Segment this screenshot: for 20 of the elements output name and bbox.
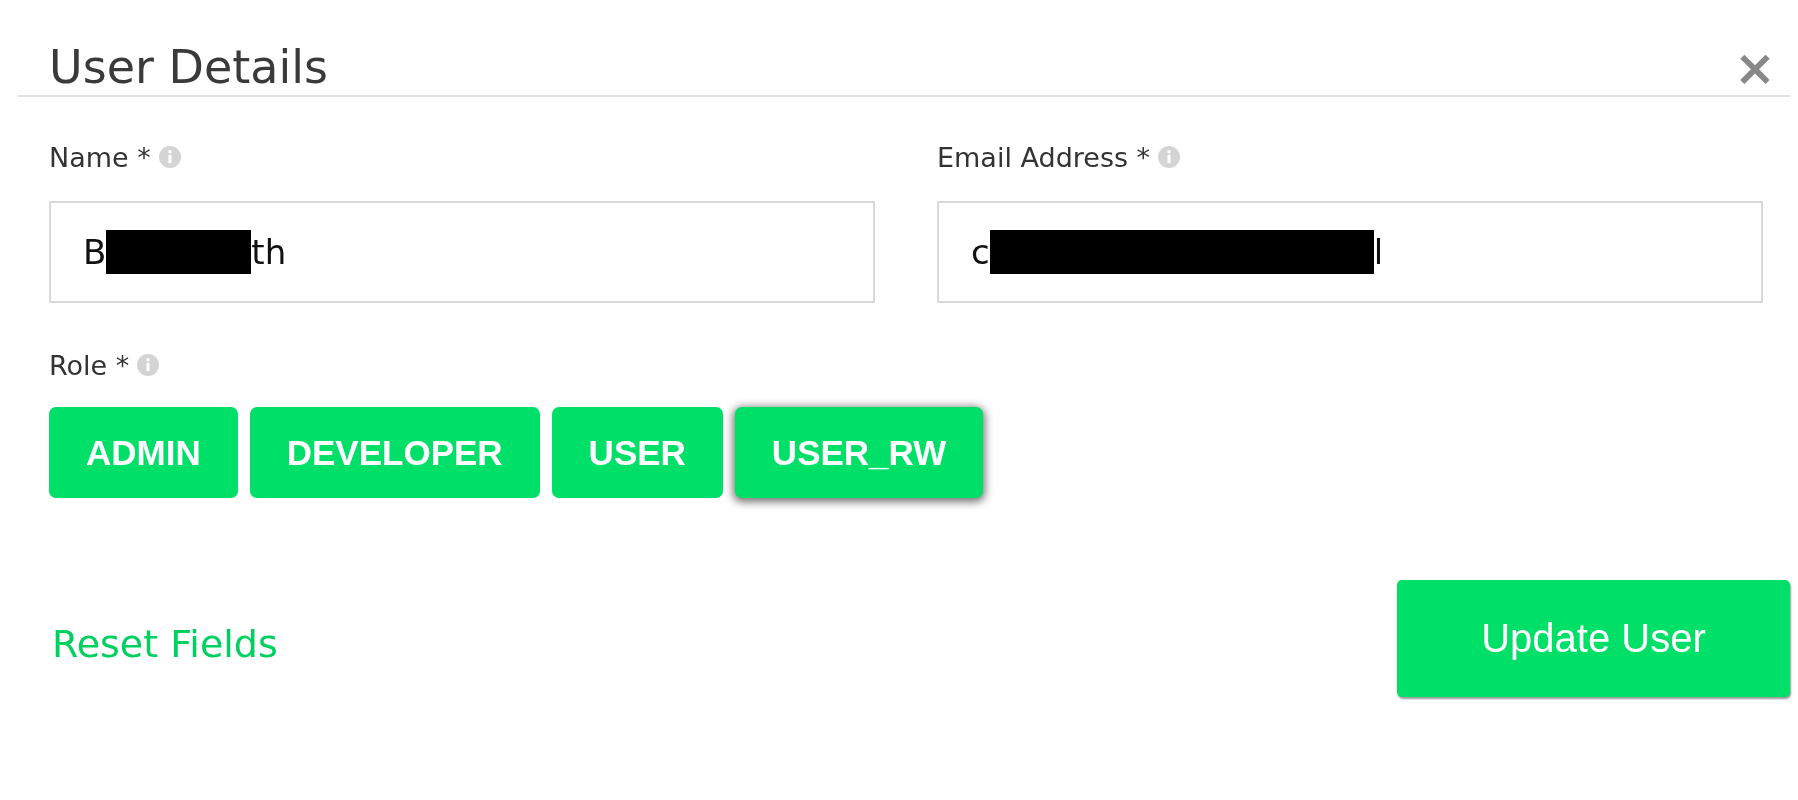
field-label: Role * [49, 349, 130, 381]
role-button[interactable]: USER_RW [734, 407, 984, 498]
role-button[interactable]: DEVELOPER [249, 407, 540, 498]
field-label: Email Address * [937, 141, 1151, 173]
role-button[interactable]: ADMIN [49, 407, 238, 498]
info-icon [158, 146, 181, 168]
field-label: Name * [49, 141, 151, 173]
close-button[interactable]: × [1720, 42, 1790, 93]
field-value: th [251, 232, 287, 272]
field-value: l [1373, 232, 1384, 272]
field-value: B [83, 232, 107, 272]
role-button[interactable]: USER [551, 407, 723, 498]
input-field[interactable]: B th [49, 201, 875, 303]
info-icon [1158, 146, 1181, 168]
input-field[interactable]: c l [937, 201, 1763, 303]
update-user-button[interactable]: Update User [1397, 580, 1790, 697]
info-icon [137, 354, 160, 376]
reset-fields-link[interactable]: Reset Fields [52, 621, 278, 666]
dialog-title: User Details [49, 39, 328, 96]
field-value: c [971, 232, 990, 272]
